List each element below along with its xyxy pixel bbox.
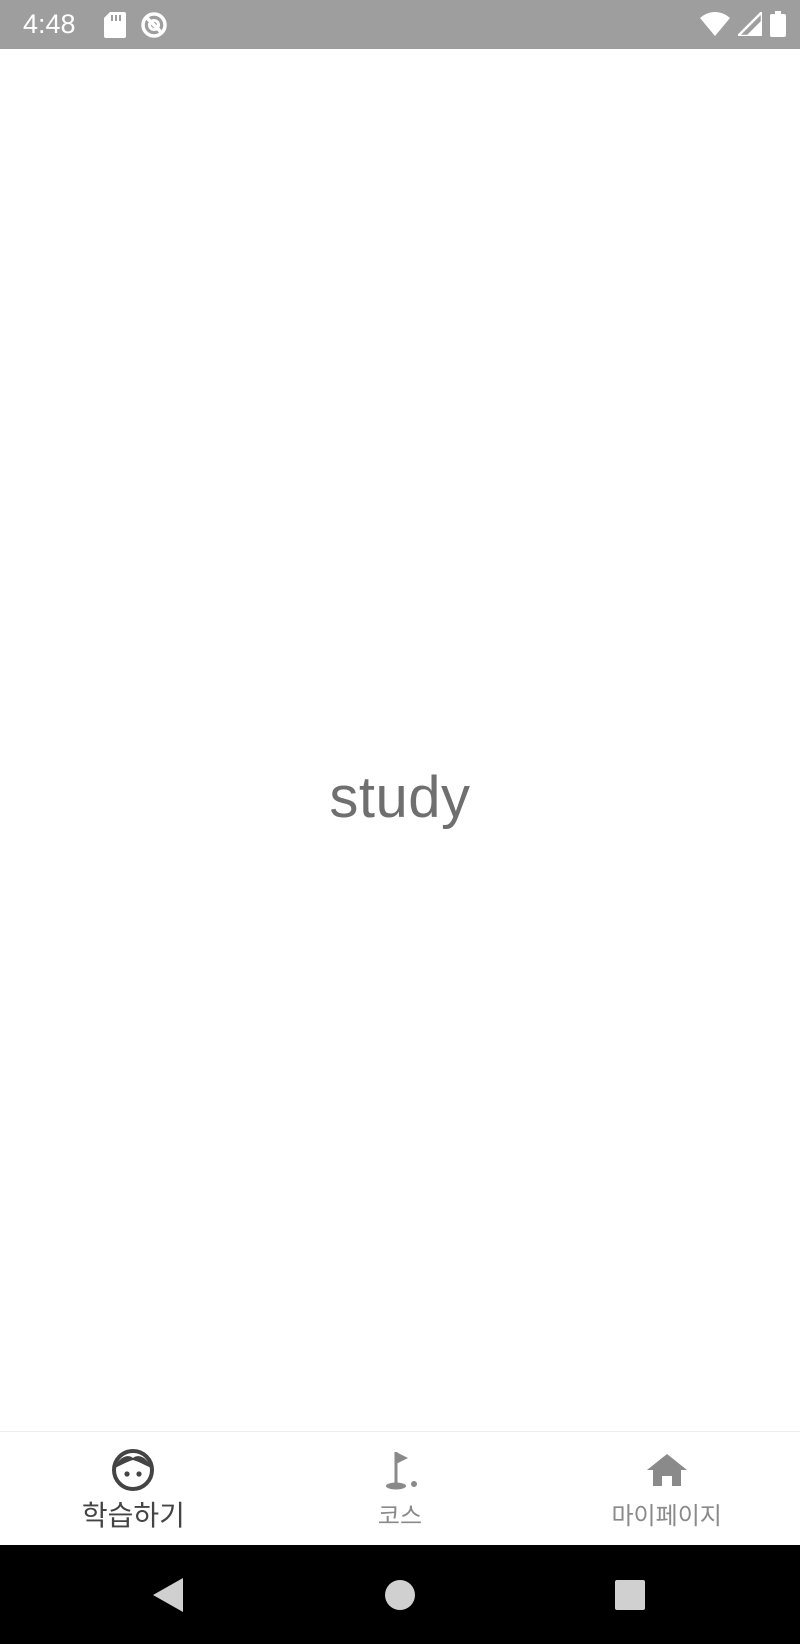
home-icon bbox=[645, 1448, 689, 1492]
nav-label-study: 학습하기 bbox=[81, 1499, 185, 1532]
system-navigation-bar bbox=[0, 1545, 800, 1644]
status-bar: 4:48 bbox=[0, 0, 800, 49]
bottom-navigation: 학습하기 코스 마이페이지 bbox=[0, 1431, 800, 1545]
status-time: 4:48 bbox=[23, 9, 76, 39]
golf-course-icon bbox=[378, 1448, 422, 1492]
nav-item-course[interactable]: 코스 bbox=[267, 1432, 534, 1545]
wifi-icon bbox=[700, 12, 730, 36]
status-left-icons bbox=[104, 11, 168, 39]
home-circle-icon[interactable] bbox=[378, 1573, 422, 1617]
recents-icon[interactable] bbox=[608, 1573, 652, 1617]
nav-label-mypage: 마이페이지 bbox=[611, 1502, 722, 1530]
sd-card-icon bbox=[104, 12, 126, 38]
sync-disabled-icon bbox=[140, 11, 168, 39]
face-icon bbox=[111, 1448, 155, 1492]
page-center-text: study bbox=[329, 765, 471, 830]
nav-item-study[interactable]: 학습하기 bbox=[0, 1432, 267, 1545]
nav-item-mypage[interactable]: 마이페이지 bbox=[533, 1432, 800, 1545]
main-content: study bbox=[0, 49, 800, 1431]
battery-icon bbox=[770, 11, 786, 37]
nav-label-course: 코스 bbox=[377, 1502, 423, 1530]
app-screen: 4:48 study 학습하기 코스 마이페이지 bbox=[0, 0, 800, 1644]
back-icon[interactable] bbox=[146, 1573, 190, 1617]
cellular-signal-icon bbox=[738, 12, 762, 36]
status-right-icons bbox=[700, 11, 786, 37]
